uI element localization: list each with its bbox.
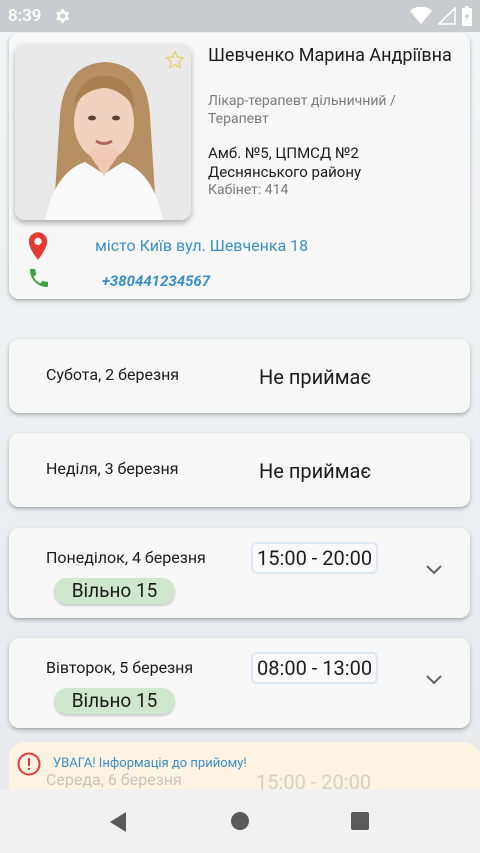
not-receiving-text: Не приймає — [259, 459, 372, 483]
battery-icon — [462, 6, 472, 26]
phone-icon — [30, 269, 48, 287]
day-label-faded: Середа, 6 березня — [46, 770, 182, 789]
signal-icon — [438, 7, 456, 25]
settings-gear-icon — [56, 9, 70, 23]
day-label: Субота, 2 березня — [46, 365, 180, 384]
doctor-photo — [15, 44, 191, 220]
wifi-icon — [410, 7, 432, 24]
doctor-clinic: Амб. №5, ЦПМСД №2 Деснянського району — [208, 144, 362, 181]
free-slots-badge: Вільно 15 — [54, 578, 175, 604]
warning-info-icon — [17, 752, 41, 776]
home-icon[interactable] — [230, 811, 250, 831]
chevron-down-icon[interactable] — [426, 675, 442, 685]
warning-text: УВАГА! Інформація до прийому! — [53, 756, 247, 771]
time-slot-chip[interactable]: 15:00 - 20:00 — [253, 544, 377, 572]
day-label: Вівторок, 5 березня — [46, 658, 194, 677]
day-card-tuesday[interactable]: Вівторок, 5 березня 08:00 - 13:00 Вільно… — [9, 638, 470, 728]
free-slots-badge: Вільно 15 — [54, 688, 175, 714]
doctor-name: Шевченко Марина Андріївна — [208, 45, 452, 66]
system-navigation-bar — [0, 789, 480, 853]
time-slot-chip[interactable]: 08:00 - 13:00 — [253, 654, 377, 682]
status-right — [410, 6, 472, 26]
day-card-sunday[interactable]: Неділя, 3 березня Не приймає — [9, 433, 470, 507]
time-slot-faded: 15:00 - 20:00 — [256, 770, 372, 789]
back-icon[interactable] — [108, 811, 128, 833]
day-card-saturday[interactable]: Субота, 2 березня Не приймає — [9, 339, 470, 413]
schedule-screen[interactable]: Шевченко Марина Андріївна Лікар-терапевт… — [0, 32, 480, 789]
not-receiving-text: Не приймає — [259, 365, 372, 389]
doctor-card: Шевченко Марина Андріївна Лікар-терапевт… — [9, 33, 470, 299]
chevron-down-icon[interactable] — [426, 565, 442, 575]
status-time: 8:39 — [8, 6, 42, 26]
status-bar: 8:39 — [0, 0, 480, 32]
doctor-portrait-image — [15, 44, 191, 220]
doctor-cabinet: Кабінет: 414 — [208, 182, 289, 198]
warning-banner[interactable]: Середа, 6 березня 15:00 - 20:00 УВАГА! І… — [9, 742, 480, 789]
day-card-monday[interactable]: Понеділок, 4 березня 15:00 - 20:00 Вільн… — [9, 528, 470, 618]
doctor-phone-link[interactable]: +380441234567 — [102, 272, 210, 290]
day-label: Неділя, 3 березня — [46, 459, 179, 478]
recent-apps-icon[interactable] — [350, 811, 370, 831]
location-pin-icon — [28, 232, 48, 260]
doctor-specialty: Лікар-терапевт дільничний / Терапевт — [208, 93, 396, 127]
day-label: Понеділок, 4 березня — [46, 548, 206, 567]
doctor-address-link[interactable]: місто Київ вул. Шевченка 18 — [95, 236, 308, 255]
favorite-star-icon[interactable] — [165, 50, 185, 70]
